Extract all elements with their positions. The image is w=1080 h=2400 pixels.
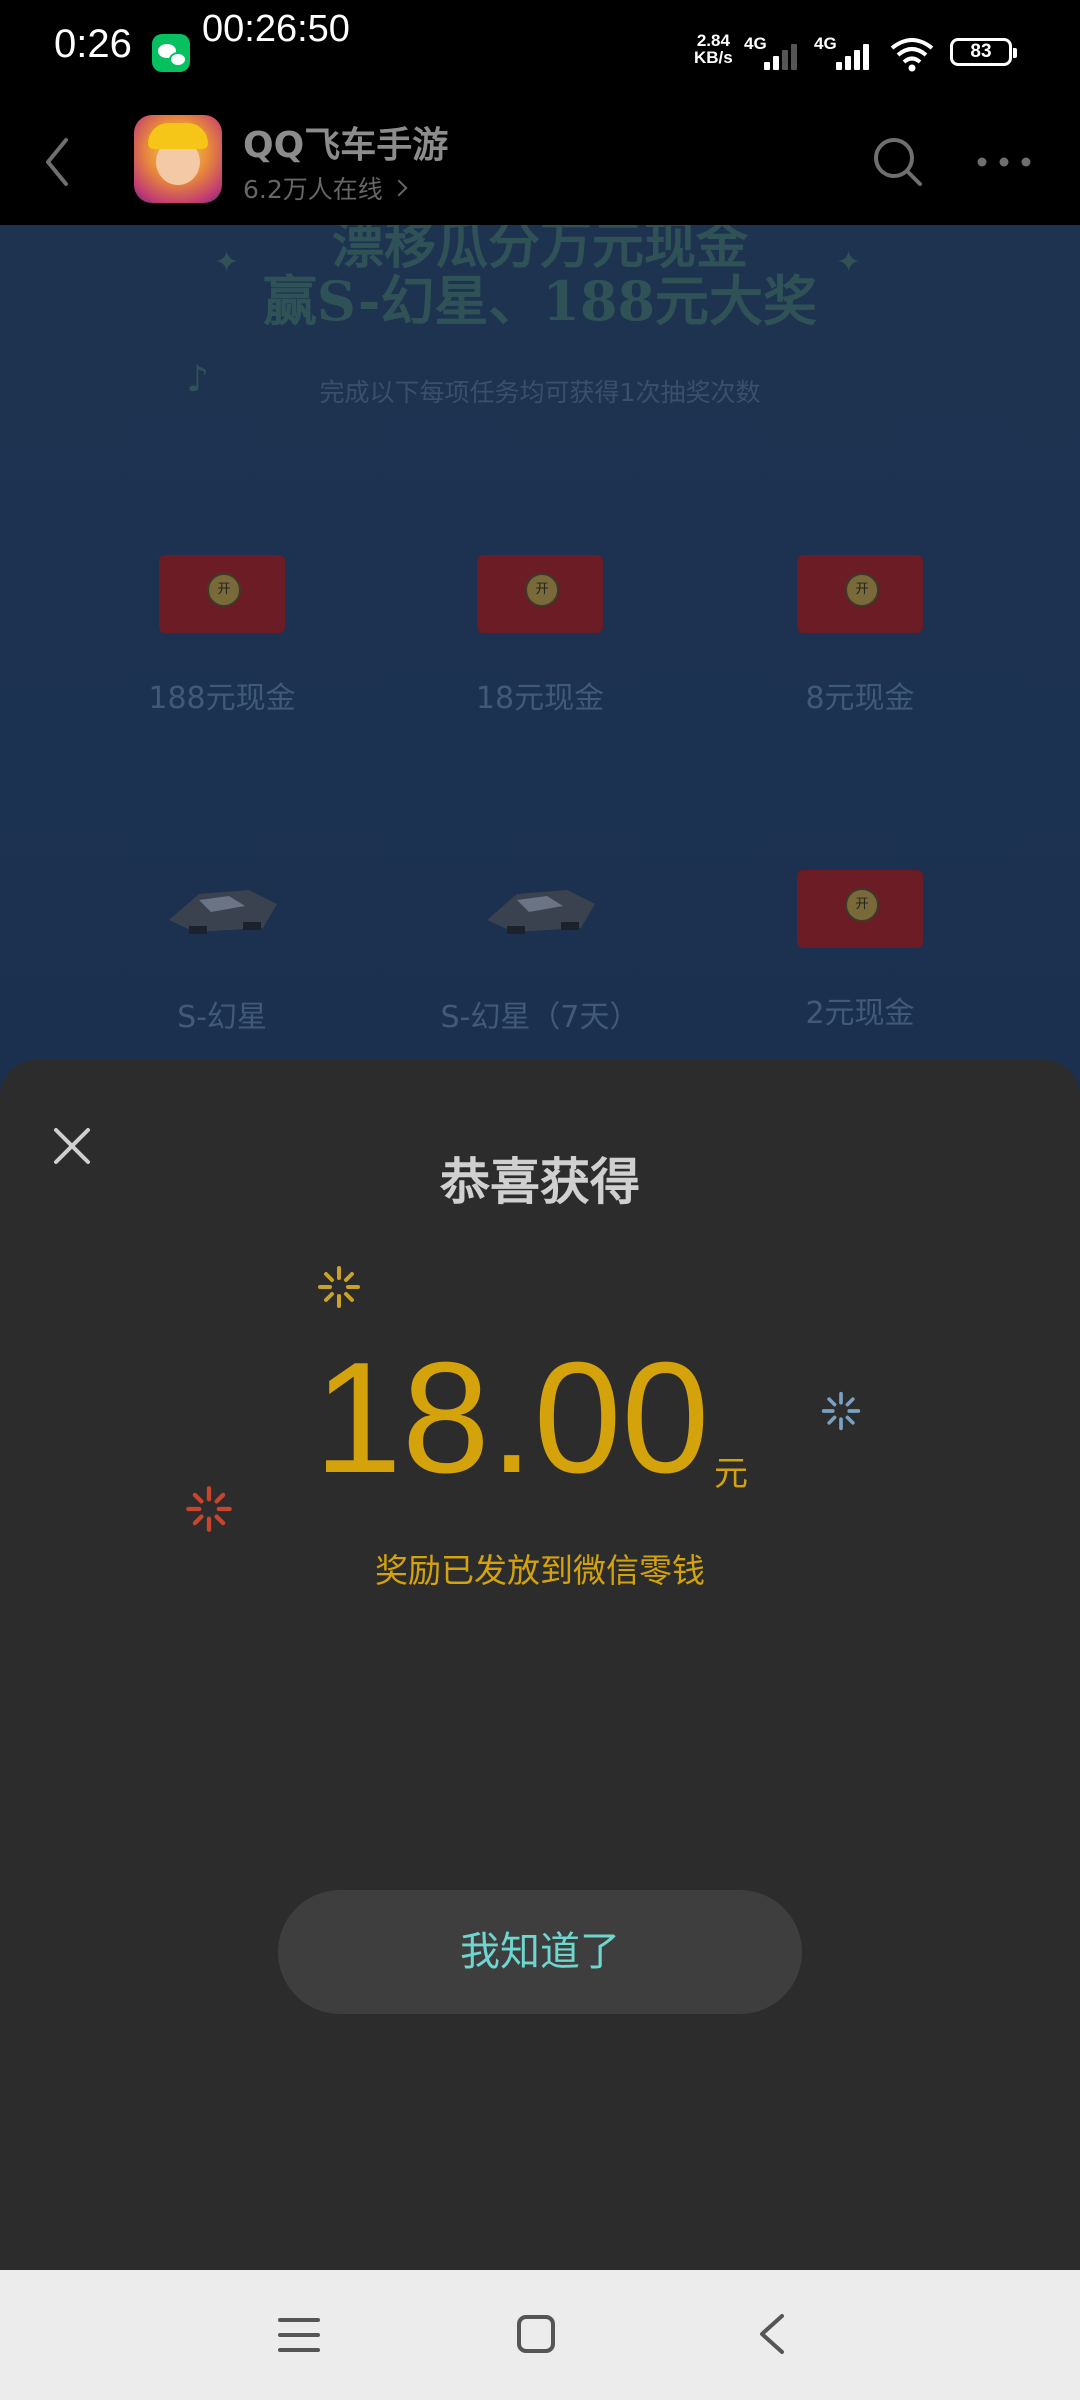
gold-sparkle-icon [318, 1266, 360, 1308]
online-count-link[interactable]: 6.2万人在线 [243, 170, 408, 206]
battery-level: 83 [970, 41, 992, 62]
red-envelope-icon: 开 [797, 870, 923, 948]
battery-icon: 83 [950, 38, 1017, 66]
status-bar: 0:26 00:26:50 2.84 KB/s 4G 4G 83 [0, 0, 1080, 100]
race-car-icon [487, 890, 595, 934]
sparkle-decoration: ✦ [836, 245, 862, 280]
system-nav-bar [0, 2270, 1080, 2400]
race-car-icon [169, 890, 277, 934]
reward-modal: 恭喜获得 18.00 元 奖励已发放到微信零钱 我知道了 [0, 1060, 1080, 2270]
app-title[interactable]: QQ飞车手游 [243, 116, 448, 168]
online-count: 6.2万人在线 [243, 175, 383, 204]
prize-item[interactable]: 开 18元现金 [390, 555, 690, 717]
prize-label: 2元现金 [805, 996, 915, 1031]
prize-item[interactable]: S-幻星 [72, 870, 372, 1036]
back-icon[interactable] [752, 2310, 792, 2358]
reward-amount: 18.00 [314, 1330, 710, 1506]
red-sparkle-icon [186, 1486, 232, 1532]
prize-label: 18元现金 [475, 681, 605, 716]
menu-icon[interactable] [276, 2314, 322, 2356]
app-header: QQ飞车手游 6.2万人在线 [0, 100, 1080, 225]
prize-item[interactable]: 开 2元现金 [710, 870, 1010, 1032]
home-icon[interactable] [516, 2314, 556, 2354]
prize-item[interactable]: 开 8元现金 [710, 555, 1010, 717]
modal-title: 恭喜获得 [440, 1153, 640, 1211]
red-envelope-icon: 开 [159, 555, 285, 633]
app-avatar[interactable] [134, 115, 222, 203]
wechat-notification-icon [152, 34, 190, 72]
prize-label: 188元现金 [148, 681, 296, 716]
back-arrow-icon[interactable] [30, 122, 90, 202]
red-envelope-icon: 开 [477, 555, 603, 633]
status-timer: 00:26:50 [202, 8, 350, 50]
network-speed-unit: KB/s [694, 48, 733, 67]
event-title-line2: 赢S-幻星、188元大奖 [262, 269, 818, 333]
blue-sparkle-icon [821, 1391, 861, 1431]
prize-label: 8元现金 [805, 681, 915, 716]
wifi-icon [890, 38, 934, 72]
status-time: 0:26 [54, 22, 132, 66]
signal-icon-1 [764, 40, 804, 70]
prize-label: S-幻星（7天） [440, 1000, 640, 1035]
prize-item[interactable]: S-幻星（7天） [390, 870, 690, 1036]
reward-unit: 元 [714, 1454, 748, 1494]
prize-item[interactable]: 开 188元现金 [72, 555, 372, 717]
confirm-button[interactable]: 我知道了 [278, 1890, 802, 2014]
chevron-right-icon [390, 179, 408, 197]
prize-label: S-幻星 [177, 1000, 267, 1035]
signal-icon-2 [836, 40, 876, 70]
network-speed: 2.84 KB/s [694, 32, 733, 66]
network-type-2: 4G [814, 34, 837, 53]
search-icon[interactable] [870, 134, 926, 190]
network-speed-value: 2.84 [696, 31, 730, 50]
sparkle-decoration: ✦ [214, 245, 240, 280]
red-envelope-icon: 开 [797, 555, 923, 633]
more-options-icon[interactable] [976, 152, 1032, 172]
event-subtitle: 完成以下每项任务均可获得1次抽奖次数 [319, 378, 761, 407]
reward-note: 奖励已发放到微信零钱 [375, 1551, 705, 1590]
